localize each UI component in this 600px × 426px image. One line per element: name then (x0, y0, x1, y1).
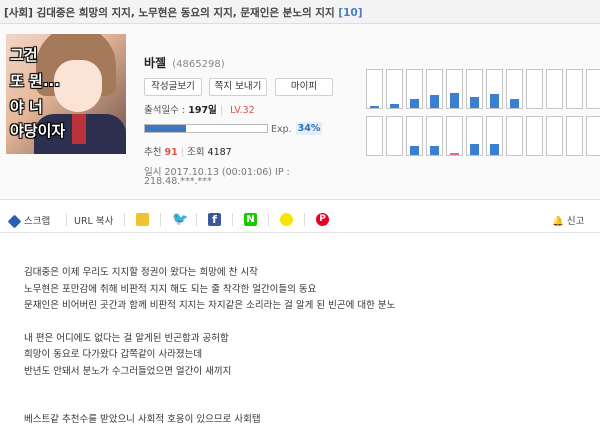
activity-bar (390, 104, 399, 108)
activity-cell (466, 116, 483, 156)
exp-percent: 34% (296, 122, 322, 135)
post-ip: 218.48.***.*** (144, 176, 212, 187)
body-line: 내 편은 어디에도 없다는 걸 알게된 빈곤함과 공허함 (24, 332, 229, 344)
activity-cell (486, 116, 503, 156)
activity-cell (586, 116, 600, 156)
activity-cell (366, 69, 383, 109)
attendance-row: 출석일수 : 197일 | LV.32 (144, 105, 255, 116)
author-user-id: (4865298) (172, 59, 225, 70)
activity-bar (430, 94, 439, 108)
author-name-block: 바젤 (4865298) (144, 54, 225, 71)
share-kakaostory[interactable] (136, 213, 149, 226)
post-category: [사회] (4, 7, 33, 19)
comment-count[interactable]: [10] (338, 7, 362, 19)
activity-cell (526, 116, 543, 156)
post-title: 김대중은 희망의 지지, 노무현은 동요의 지지, 문재인은 분노의 지지 (36, 7, 335, 19)
avatar[interactable]: 그건 또 뭔... 야 너 야당이자 (6, 34, 126, 154)
activity-bar (470, 96, 479, 108)
activity-cell (586, 69, 600, 109)
avatar-caption-line: 또 뭔... (10, 72, 60, 90)
activity-bar (430, 145, 439, 155)
body-line: 희망이 동요로 다가왔다 갑쪽같이 사라졌는데 (24, 349, 203, 360)
post-body: 김대중은 이제 우리도 지지할 정권이 왔다는 희망에 찬 시작 노무현은 포만… (24, 265, 584, 426)
activity-cell (446, 69, 463, 109)
recommend-value: 91 (164, 147, 178, 158)
kakaotalk-icon (280, 213, 293, 226)
avatar-caption-line: 그건 (10, 46, 38, 64)
activity-cell (386, 116, 403, 156)
views-label: 조회 (187, 147, 205, 158)
body-line: 반년도 안돼서 분노가 수그러들었으면 얼간이 새끼지 (24, 365, 232, 377)
activity-cell (506, 116, 523, 156)
twitter-icon: 🐦 (172, 212, 189, 227)
exp-progress-bar (144, 124, 268, 133)
views-value: 4187 (207, 147, 232, 158)
activity-cell (506, 69, 523, 109)
post-title-bar: [사회] 김대중은 희망의 지지, 노무현은 동요의 지지, 문재인은 분노의 … (0, 0, 600, 24)
activity-bar (490, 143, 499, 155)
activity-cell (406, 69, 423, 109)
activity-bar (450, 92, 459, 108)
author-nickname[interactable]: 바젤 (144, 56, 166, 70)
share-kakaotalk[interactable] (280, 213, 293, 226)
mypi-button[interactable]: 마이피 (275, 78, 333, 96)
pinterest-icon: P (316, 213, 329, 226)
send-message-button[interactable]: 쪽지 보내기 (209, 78, 267, 96)
activity-bar (370, 106, 379, 108)
scrap-button[interactable]: 스크랩 (7, 213, 51, 229)
activity-cell (546, 116, 563, 156)
activity-cell (406, 116, 423, 156)
activity-cell (466, 69, 483, 109)
activity-cell (366, 116, 383, 156)
scrap-label: 스크랩 (24, 216, 51, 227)
activity-bar (450, 153, 459, 155)
body-line: 문재인은 비어버린 곳간과 함께 비판적 지지는 자지같은 소리라는 걸 알게 … (24, 300, 396, 311)
report-label: 신고 (566, 216, 585, 227)
activity-cell (546, 69, 563, 109)
view-posts-button[interactable]: 작성글보기 (144, 78, 202, 96)
activity-cell (566, 69, 583, 109)
attendance-value: 197일 (188, 105, 217, 116)
activity-cell (386, 69, 403, 109)
activity-bar (470, 143, 479, 155)
kakaostory-icon (136, 213, 149, 226)
stats-row: 추천 91 | 조회 4187 (144, 147, 232, 158)
attendance-label: 출석일수 : (144, 105, 186, 116)
body-line: 김대중은 이제 우리도 지지할 정권이 왔다는 희망에 찬 시작 (24, 267, 258, 278)
share-bar: 스크랩 URL 복사 🐦 f N P 🔔 신고 (0, 205, 600, 233)
share-pinterest[interactable]: P (316, 213, 329, 226)
activity-bar (490, 93, 499, 108)
scrap-icon (7, 214, 22, 229)
exp-label: Exp. (271, 124, 292, 135)
exp-progress-fill (145, 125, 187, 132)
activity-cell (446, 116, 463, 156)
activity-bar (410, 145, 419, 155)
share-twitter[interactable]: 🐦 (172, 212, 189, 227)
body-line: 베스트같 추천수를 받았으니 사회적 호응이 있으므로 사회탭 (24, 414, 261, 425)
avatar-caption-line: 야당이자 (10, 122, 66, 140)
share-naver[interactable]: N (244, 213, 257, 226)
share-facebook[interactable]: f (208, 213, 221, 226)
activity-cell (526, 69, 543, 109)
report-button[interactable]: 🔔 신고 (552, 213, 584, 227)
activity-bar (410, 98, 419, 108)
url-copy-button[interactable]: URL 복사 (74, 213, 113, 227)
facebook-icon: f (208, 213, 221, 226)
author-profile: 그건 또 뭔... 야 너 야당이자 바젤 (4865298) 작성글보기 쪽지… (0, 24, 600, 200)
body-line: 노무현은 포만감에 취해 비판적 지지 해도 되는 줄 착각한 얼간이들의 동요 (24, 283, 317, 295)
activity-cell (426, 116, 443, 156)
level-badge: LV.32 (230, 105, 255, 116)
avatar-caption-line: 야 너 (10, 98, 43, 116)
activity-cell (426, 69, 443, 109)
naver-icon: N (244, 213, 257, 226)
recommend-label: 추천 (144, 147, 162, 158)
activity-cell (486, 69, 503, 109)
activity-cell (566, 116, 583, 156)
activity-bar (510, 98, 519, 108)
bell-icon: 🔔 (552, 216, 564, 227)
